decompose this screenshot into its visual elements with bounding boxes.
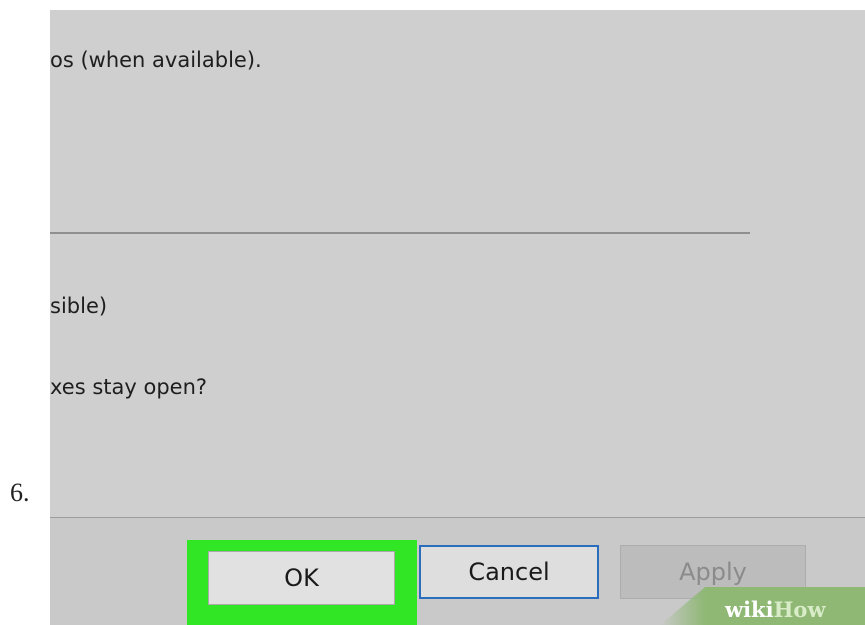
watermark-wiki: wiki [725, 597, 774, 622]
option-text-1: os (when available). [50, 48, 262, 72]
step-number: 6. [10, 478, 30, 507]
dialog-footer: OK Cancel Apply wikiHow [50, 517, 865, 625]
dialog-content: os (when available). sible) xes stay ope… [50, 10, 865, 517]
separator-line [50, 232, 750, 234]
watermark-text: wikiHow [725, 597, 865, 622]
dialog-panel: os (when available). sible) xes stay ope… [50, 10, 865, 625]
ok-button[interactable]: OK [208, 551, 395, 605]
watermark-how: How [773, 597, 826, 622]
cancel-button[interactable]: Cancel [419, 545, 599, 599]
option-text-3: xes stay open? [50, 375, 208, 399]
option-text-2: sible) [50, 294, 108, 318]
